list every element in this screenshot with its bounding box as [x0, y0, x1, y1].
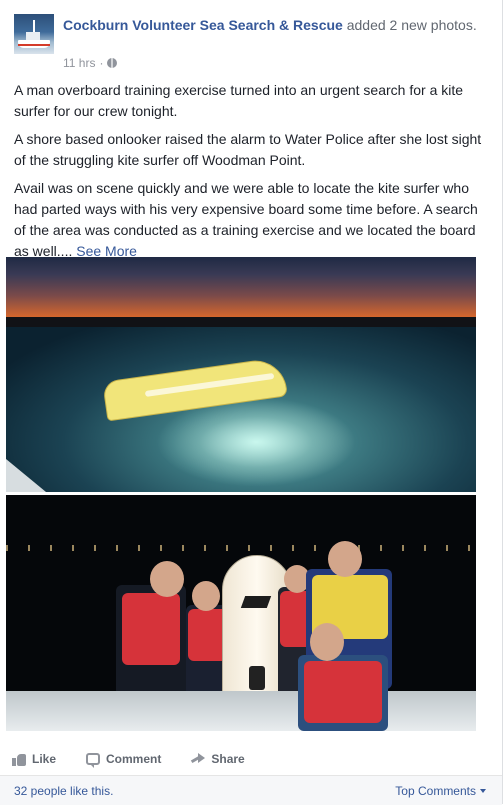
globe-icon[interactable] [107, 58, 118, 68]
like-label: Like [32, 752, 57, 766]
post-actions: Like Comment Share [12, 746, 492, 772]
post-meta: 11 hrs · [63, 56, 118, 70]
meta-separator: · [99, 56, 104, 70]
post-paragraph-3: Avail was on scene quickly and we were a… [14, 178, 488, 262]
likes-count-link[interactable]: 32 people like this. [14, 784, 113, 798]
distant-lights [6, 545, 476, 551]
boat-deck [6, 691, 476, 731]
top-comments-label: Top Comments [395, 784, 476, 798]
post-timestamp[interactable]: 11 hrs [63, 56, 95, 70]
crew-head-4 [328, 541, 362, 577]
board-foot-pad [249, 666, 265, 690]
photo-kite-in-water[interactable] [6, 257, 476, 492]
post-body: A man overboard training exercise turned… [14, 80, 488, 269]
crew-head-1 [150, 561, 184, 597]
crew-head-5 [310, 623, 344, 661]
board-logo [240, 596, 272, 608]
kite-stripe [144, 372, 275, 397]
thumbs-up-icon [12, 752, 26, 766]
crew-vest-1 [122, 593, 180, 665]
like-button[interactable]: Like [12, 752, 56, 766]
post-paragraph-2: A shore based onlooker raised the alarm … [14, 131, 482, 168]
post-footer: 32 people like this. Top Comments [0, 775, 502, 805]
share-label: Share [211, 752, 245, 766]
share-button[interactable]: Share [191, 752, 245, 766]
post-paragraph-1: A man overboard training exercise turned… [14, 82, 464, 119]
spotlight-glow [156, 397, 356, 487]
post-header: Cockburn Volunteer Sea Search & Rescue a… [14, 14, 494, 70]
page-name-link[interactable]: Cockburn Volunteer Sea Search & Rescue [63, 17, 343, 33]
top-comments-dropdown[interactable]: Top Comments [395, 784, 486, 798]
crew-head-2 [192, 581, 220, 611]
post-action-text: added 2 new photos. [346, 17, 477, 33]
crew-vest-5 [304, 661, 382, 723]
page-avatar[interactable] [14, 14, 54, 54]
caret-down-icon [480, 789, 486, 793]
speech-bubble-icon [86, 753, 101, 768]
post-heading: Cockburn Volunteer Sea Search & Rescue a… [63, 16, 483, 35]
comment-button[interactable]: Comment [86, 752, 162, 768]
share-arrow-icon [191, 753, 206, 765]
feed-post: Cockburn Volunteer Sea Search & Rescue a… [0, 0, 503, 805]
photo-crew-with-board[interactable] [6, 495, 476, 731]
avatar-stripe [18, 44, 50, 46]
comment-label: Comment [106, 752, 162, 766]
